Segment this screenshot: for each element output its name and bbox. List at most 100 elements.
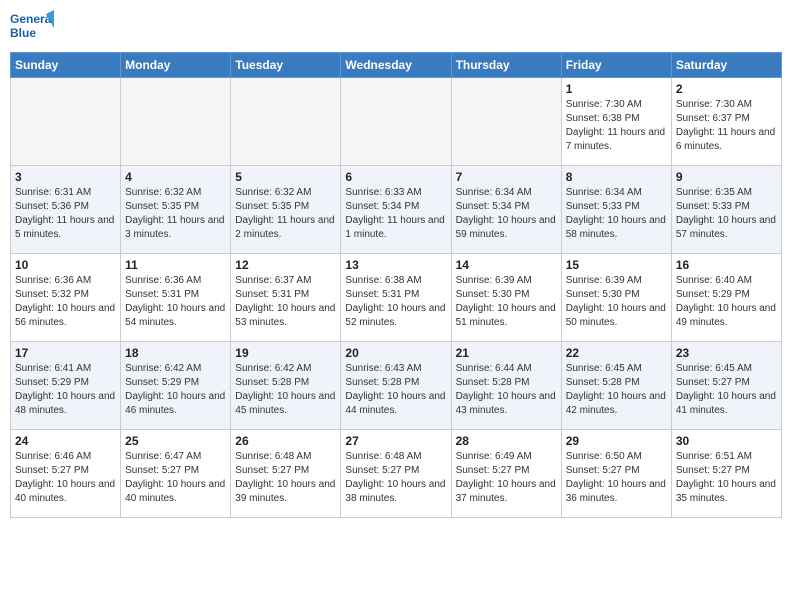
day-info: Sunrise: 6:31 AMSunset: 5:36 PMDaylight:… [15, 186, 116, 242]
calendar-cell: 2 Sunrise: 7:30 AMSunset: 6:37 PMDaylight… [671, 78, 781, 166]
day-info: Sunrise: 6:39 AMSunset: 5:30 PMDaylight:… [566, 274, 667, 330]
day-number: 10 [15, 258, 116, 272]
day-info: Sunrise: 6:32 AMSunset: 5:35 PMDaylight:… [235, 186, 336, 242]
day-number: 12 [235, 258, 336, 272]
page-header: General Blue [10, 10, 782, 46]
calendar-week-row: 17 Sunrise: 6:41 AMSunset: 5:29 PMDayligh… [11, 342, 782, 430]
svg-text:Blue: Blue [10, 26, 36, 40]
day-number: 28 [456, 434, 557, 448]
day-number: 24 [15, 434, 116, 448]
calendar-cell: 5 Sunrise: 6:32 AMSunset: 5:35 PMDaylight… [231, 166, 341, 254]
day-number: 14 [456, 258, 557, 272]
day-info: Sunrise: 6:42 AMSunset: 5:29 PMDaylight:… [125, 362, 226, 418]
day-number: 7 [456, 170, 557, 184]
day-number: 4 [125, 170, 226, 184]
day-number: 26 [235, 434, 336, 448]
weekday-header: Wednesday [341, 53, 451, 78]
day-info: Sunrise: 6:40 AMSunset: 5:29 PMDaylight:… [676, 274, 777, 330]
calendar-cell: 23Sunrise: 6:45 AMSunset: 5:27 PMDayligh… [671, 342, 781, 430]
weekday-header-row: SundayMondayTuesdayWednesdayThursdayFrid… [11, 53, 782, 78]
day-info: Sunrise: 7:30 AMSunset: 6:37 PMDaylight:… [676, 98, 777, 154]
day-number: 1 [566, 82, 667, 96]
calendar-cell [121, 78, 231, 166]
day-info: Sunrise: 6:43 AMSunset: 5:28 PMDaylight:… [345, 362, 446, 418]
calendar-cell: 29Sunrise: 6:50 AMSunset: 5:27 PMDayligh… [561, 430, 671, 518]
calendar-cell: 12 Sunrise: 6:37 AMSunset: 5:31 PMDayligh… [231, 254, 341, 342]
day-number: 20 [345, 346, 446, 360]
day-info: Sunrise: 6:48 AMSunset: 5:27 PMDaylight:… [345, 450, 446, 506]
calendar-cell: 21Sunrise: 6:44 AMSunset: 5:28 PMDayligh… [451, 342, 561, 430]
day-info: Sunrise: 6:35 AMSunset: 5:33 PMDaylight:… [676, 186, 777, 242]
calendar-cell: 15 Sunrise: 6:39 AMSunset: 5:30 PMDayligh… [561, 254, 671, 342]
day-number: 27 [345, 434, 446, 448]
calendar-week-row: 1 Sunrise: 7:30 AMSunset: 6:38 PMDaylight… [11, 78, 782, 166]
calendar-cell: 13 Sunrise: 6:38 AMSunset: 5:31 PMDayligh… [341, 254, 451, 342]
weekday-header: Monday [121, 53, 231, 78]
calendar-cell [11, 78, 121, 166]
calendar-week-row: 24Sunrise: 6:46 AMSunset: 5:27 PMDayligh… [11, 430, 782, 518]
day-info: Sunrise: 6:50 AMSunset: 5:27 PMDaylight:… [566, 450, 667, 506]
calendar-cell: 24Sunrise: 6:46 AMSunset: 5:27 PMDayligh… [11, 430, 121, 518]
day-info: Sunrise: 6:49 AMSunset: 5:27 PMDaylight:… [456, 450, 557, 506]
day-number: 6 [345, 170, 446, 184]
day-info: Sunrise: 7:30 AMSunset: 6:38 PMDaylight:… [566, 98, 667, 154]
calendar-week-row: 3 Sunrise: 6:31 AMSunset: 5:36 PMDaylight… [11, 166, 782, 254]
day-number: 3 [15, 170, 116, 184]
calendar-cell: 20 Sunrise: 6:43 AMSunset: 5:28 PMDayligh… [341, 342, 451, 430]
day-number: 13 [345, 258, 446, 272]
logo: General Blue [10, 10, 54, 46]
day-number: 16 [676, 258, 777, 272]
day-number: 9 [676, 170, 777, 184]
day-info: Sunrise: 6:36 AMSunset: 5:31 PMDaylight:… [125, 274, 226, 330]
calendar-week-row: 10 Sunrise: 6:36 AMSunset: 5:32 PMDayligh… [11, 254, 782, 342]
day-info: Sunrise: 6:36 AMSunset: 5:32 PMDaylight:… [15, 274, 116, 330]
day-info: Sunrise: 6:41 AMSunset: 5:29 PMDaylight:… [15, 362, 116, 418]
calendar-table: SundayMondayTuesdayWednesdayThursdayFrid… [10, 52, 782, 518]
calendar-cell: 17 Sunrise: 6:41 AMSunset: 5:29 PMDayligh… [11, 342, 121, 430]
day-info: Sunrise: 6:51 AMSunset: 5:27 PMDaylight:… [676, 450, 777, 506]
calendar-cell [341, 78, 451, 166]
calendar-cell: 27 Sunrise: 6:48 AMSunset: 5:27 PMDayligh… [341, 430, 451, 518]
calendar-cell: 3 Sunrise: 6:31 AMSunset: 5:36 PMDaylight… [11, 166, 121, 254]
day-number: 19 [235, 346, 336, 360]
calendar-cell [451, 78, 561, 166]
day-number: 11 [125, 258, 226, 272]
day-number: 21 [456, 346, 557, 360]
day-info: Sunrise: 6:38 AMSunset: 5:31 PMDaylight:… [345, 274, 446, 330]
calendar-cell: 19 Sunrise: 6:42 AMSunset: 5:28 PMDayligh… [231, 342, 341, 430]
calendar-cell: 11 Sunrise: 6:36 AMSunset: 5:31 PMDayligh… [121, 254, 231, 342]
calendar-cell: 10 Sunrise: 6:36 AMSunset: 5:32 PMDayligh… [11, 254, 121, 342]
day-info: Sunrise: 6:33 AMSunset: 5:34 PMDaylight:… [345, 186, 446, 242]
day-number: 22 [566, 346, 667, 360]
day-info: Sunrise: 6:42 AMSunset: 5:28 PMDaylight:… [235, 362, 336, 418]
logo-svg: General Blue [10, 10, 54, 46]
calendar-cell: 30 Sunrise: 6:51 AMSunset: 5:27 PMDayligh… [671, 430, 781, 518]
calendar-cell: 26Sunrise: 6:48 AMSunset: 5:27 PMDayligh… [231, 430, 341, 518]
calendar-cell: 9 Sunrise: 6:35 AMSunset: 5:33 PMDaylight… [671, 166, 781, 254]
calendar-cell: 6 Sunrise: 6:33 AMSunset: 5:34 PMDaylight… [341, 166, 451, 254]
day-number: 5 [235, 170, 336, 184]
day-number: 30 [676, 434, 777, 448]
day-info: Sunrise: 6:37 AMSunset: 5:31 PMDaylight:… [235, 274, 336, 330]
day-number: 17 [15, 346, 116, 360]
weekday-header: Friday [561, 53, 671, 78]
calendar-cell: 16 Sunrise: 6:40 AMSunset: 5:29 PMDayligh… [671, 254, 781, 342]
calendar-cell: 28 Sunrise: 6:49 AMSunset: 5:27 PMDayligh… [451, 430, 561, 518]
day-number: 2 [676, 82, 777, 96]
calendar-cell: 25Sunrise: 6:47 AMSunset: 5:27 PMDayligh… [121, 430, 231, 518]
day-info: Sunrise: 6:34 AMSunset: 5:34 PMDaylight:… [456, 186, 557, 242]
calendar-cell: 7 Sunrise: 6:34 AMSunset: 5:34 PMDaylight… [451, 166, 561, 254]
calendar-cell: 22 Sunrise: 6:45 AMSunset: 5:28 PMDayligh… [561, 342, 671, 430]
calendar-cell: 4 Sunrise: 6:32 AMSunset: 5:35 PMDaylight… [121, 166, 231, 254]
weekday-header: Thursday [451, 53, 561, 78]
day-number: 18 [125, 346, 226, 360]
calendar-cell: 1 Sunrise: 7:30 AMSunset: 6:38 PMDaylight… [561, 78, 671, 166]
weekday-header: Saturday [671, 53, 781, 78]
day-info: Sunrise: 6:47 AMSunset: 5:27 PMDaylight:… [125, 450, 226, 506]
day-number: 23 [676, 346, 777, 360]
day-info: Sunrise: 6:32 AMSunset: 5:35 PMDaylight:… [125, 186, 226, 242]
day-info: Sunrise: 6:45 AMSunset: 5:28 PMDaylight:… [566, 362, 667, 418]
calendar-cell [231, 78, 341, 166]
day-number: 15 [566, 258, 667, 272]
day-info: Sunrise: 6:39 AMSunset: 5:30 PMDaylight:… [456, 274, 557, 330]
